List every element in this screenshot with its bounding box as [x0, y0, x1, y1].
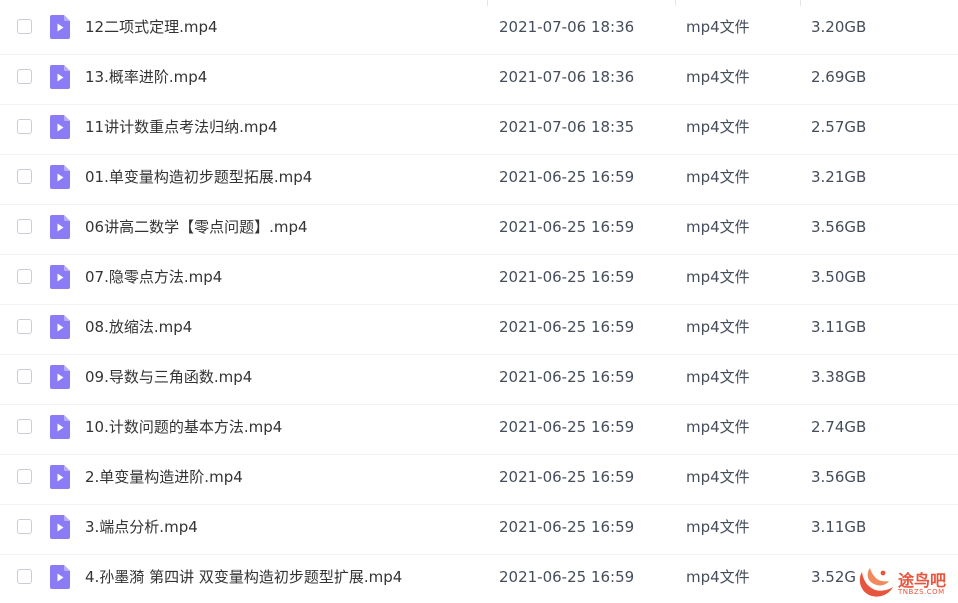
video-file-icon [50, 465, 70, 489]
file-size: 3.20GB [811, 18, 867, 36]
file-type: mp4文件 [686, 68, 750, 86]
watermark-subtext: TNBZS.COM [898, 588, 945, 596]
file-row[interactable]: 12二项式定理.mp4 2021-07-06 18:36 mp4文件 3.20G… [0, 5, 958, 55]
video-file-icon [50, 565, 70, 589]
file-size: 3.50GB [811, 268, 867, 286]
file-size: 3.11GB [811, 518, 867, 536]
file-size: 3.11GB [811, 318, 867, 336]
file-row[interactable]: 2.单变量构造进阶.mp4 2021-06-25 16:59 mp4文件 3.5… [0, 455, 958, 505]
row-checkbox[interactable] [17, 219, 32, 234]
file-type: mp4文件 [686, 568, 750, 586]
file-size: 3.56GB [811, 218, 867, 236]
file-type: mp4文件 [686, 18, 750, 36]
file-row[interactable]: 06讲高二数学【零点问题】.mp4 2021-06-25 16:59 mp4文件… [0, 205, 958, 255]
row-checkbox[interactable] [17, 519, 32, 534]
file-date: 2021-06-25 16:59 [499, 218, 635, 236]
file-name[interactable]: 07.隐零点方法.mp4 [85, 267, 222, 287]
file-name[interactable]: 13.概率进阶.mp4 [85, 67, 207, 87]
file-name[interactable]: 3.端点分析.mp4 [85, 517, 198, 537]
video-file-icon [50, 315, 70, 339]
file-type: mp4文件 [686, 468, 750, 486]
watermark-logo: 途鸟吧 TNBZS.COM [856, 563, 956, 601]
row-checkbox[interactable] [17, 469, 32, 484]
file-size: 3.52G [811, 568, 857, 586]
file-date: 2021-06-25 16:59 [499, 518, 635, 536]
file-row[interactable]: 10.计数问题的基本方法.mp4 2021-06-25 16:59 mp4文件 … [0, 405, 958, 455]
file-row[interactable]: 3.端点分析.mp4 2021-06-25 16:59 mp4文件 3.11GB [0, 505, 958, 555]
file-name[interactable]: 11讲计数重点考法归纳.mp4 [85, 117, 278, 137]
file-size: 2.74GB [811, 418, 867, 436]
video-file-icon [50, 365, 70, 389]
file-row[interactable]: 08.放缩法.mp4 2021-06-25 16:59 mp4文件 3.11GB [0, 305, 958, 355]
file-row[interactable]: 4.孙墨漪 第四讲 双变量构造初步题型扩展.mp4 2021-06-25 16:… [0, 555, 958, 603]
row-checkbox[interactable] [17, 69, 32, 84]
file-size: 3.21GB [811, 168, 867, 186]
row-checkbox[interactable] [17, 319, 32, 334]
file-date: 2021-06-25 16:59 [499, 268, 635, 286]
file-row[interactable]: 01.单变量构造初步题型拓展.mp4 2021-06-25 16:59 mp4文… [0, 155, 958, 205]
row-checkbox[interactable] [17, 19, 32, 34]
file-size: 3.56GB [811, 468, 867, 486]
file-row[interactable]: 11讲计数重点考法归纳.mp4 2021-07-06 18:35 mp4文件 2… [0, 105, 958, 155]
file-type: mp4文件 [686, 268, 750, 286]
file-date: 2021-07-06 18:36 [499, 18, 635, 36]
video-file-icon [50, 415, 70, 439]
file-size: 2.57GB [811, 118, 867, 136]
video-file-icon [50, 515, 70, 539]
file-name[interactable]: 08.放缩法.mp4 [85, 317, 192, 337]
file-type: mp4文件 [686, 318, 750, 336]
file-row[interactable]: 09.导数与三角函数.mp4 2021-06-25 16:59 mp4文件 3.… [0, 355, 958, 405]
file-type: mp4文件 [686, 418, 750, 436]
file-date: 2021-06-25 16:59 [499, 568, 635, 586]
file-name[interactable]: 10.计数问题的基本方法.mp4 [85, 417, 282, 437]
row-checkbox[interactable] [17, 169, 32, 184]
file-row[interactable]: 07.隐零点方法.mp4 2021-06-25 16:59 mp4文件 3.50… [0, 255, 958, 305]
file-list: 12二项式定理.mp4 2021-07-06 18:36 mp4文件 3.20G… [0, 0, 958, 603]
file-date: 2021-07-06 18:35 [499, 118, 635, 136]
file-date: 2021-06-25 16:59 [499, 368, 635, 386]
row-checkbox[interactable] [17, 569, 32, 584]
file-name[interactable]: 06讲高二数学【零点问题】.mp4 [85, 217, 308, 237]
file-date: 2021-06-25 16:59 [499, 318, 635, 336]
file-name[interactable]: 2.单变量构造进阶.mp4 [85, 467, 243, 487]
video-file-icon [50, 265, 70, 289]
file-date: 2021-07-06 18:36 [499, 68, 635, 86]
file-name[interactable]: 12二项式定理.mp4 [85, 17, 218, 37]
video-file-icon [50, 165, 70, 189]
file-type: mp4文件 [686, 118, 750, 136]
file-row[interactable]: 13.概率进阶.mp4 2021-07-06 18:36 mp4文件 2.69G… [0, 55, 958, 105]
file-date: 2021-06-25 16:59 [499, 168, 635, 186]
file-size: 3.38GB [811, 368, 867, 386]
file-type: mp4文件 [686, 368, 750, 386]
row-checkbox[interactable] [17, 269, 32, 284]
file-size: 2.69GB [811, 68, 867, 86]
file-type: mp4文件 [686, 518, 750, 536]
file-name[interactable]: 09.导数与三角函数.mp4 [85, 367, 252, 387]
video-file-icon [50, 215, 70, 239]
video-file-icon [50, 15, 70, 39]
video-file-icon [50, 65, 70, 89]
row-checkbox[interactable] [17, 419, 32, 434]
file-type: mp4文件 [686, 168, 750, 186]
bird-logo-icon [859, 568, 893, 597]
file-date: 2021-06-25 16:59 [499, 418, 635, 436]
row-checkbox[interactable] [17, 369, 32, 384]
file-name[interactable]: 4.孙墨漪 第四讲 双变量构造初步题型扩展.mp4 [85, 567, 402, 587]
file-date: 2021-06-25 16:59 [499, 468, 635, 486]
file-name[interactable]: 01.单变量构造初步题型拓展.mp4 [85, 167, 312, 187]
file-type: mp4文件 [686, 218, 750, 236]
row-checkbox[interactable] [17, 119, 32, 134]
video-file-icon [50, 115, 70, 139]
